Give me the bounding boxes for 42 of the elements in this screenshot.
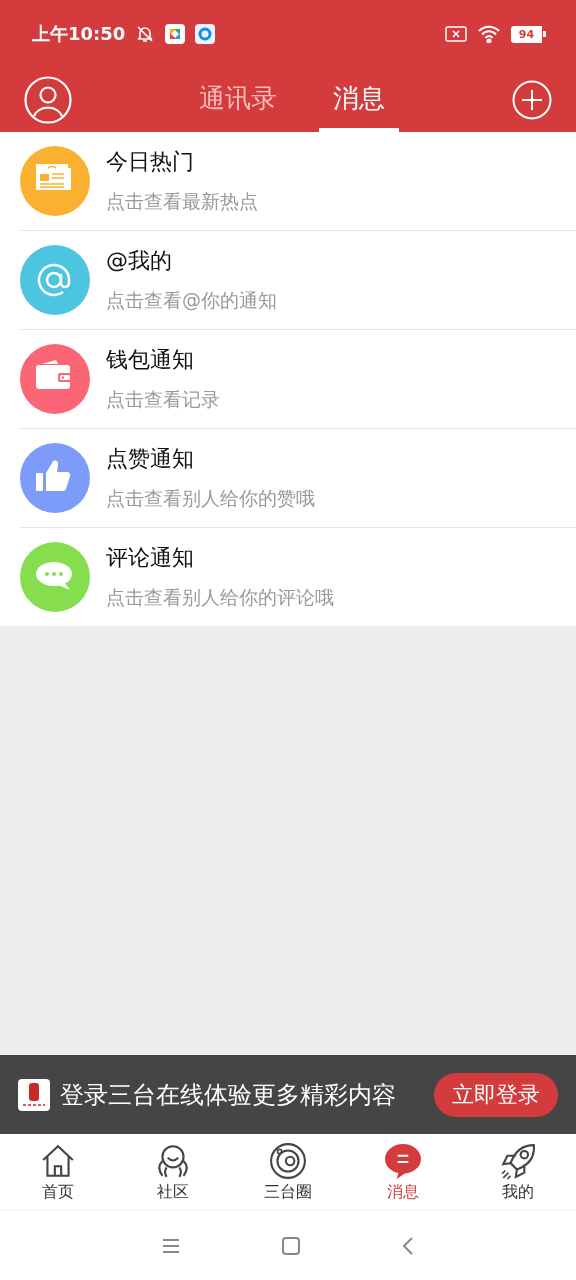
message-title: 评论通知 [106, 544, 195, 572]
message-row[interactable]: 钱包通知 点击查看记录 [20, 330, 576, 429]
nav-tab[interactable]: 首页 [0, 1134, 116, 1210]
back-icon[interactable] [402, 1236, 414, 1255]
sim-card-off-icon [445, 26, 467, 42]
message-row[interactable]: 评论通知 点击查看别人给你的评论哦 [20, 528, 576, 626]
message-subtitle: 点击查看记录 [106, 387, 220, 412]
menu-icon[interactable] [162, 1237, 180, 1254]
message-subtitle: 点击查看别人给你的评论哦 [106, 585, 334, 610]
login-button[interactable]: 立即登录 [434, 1072, 558, 1117]
wallet-icon [20, 344, 90, 414]
message-title: @我的 [106, 247, 173, 275]
message-row[interactable]: @我的 点击查看@你的通知 [20, 231, 576, 330]
message-subtitle: 点击查看@你的通知 [106, 288, 277, 313]
newspaper-icon [20, 146, 90, 216]
battery-indicator: 94 [511, 25, 546, 43]
add-icon[interactable] [512, 80, 552, 120]
message-title: 今日热门 [106, 148, 195, 176]
nav-tab[interactable]: 消息 [345, 1134, 461, 1210]
status-time: 上午10:50 [32, 22, 126, 46]
message-subtitle: 点击查看最新热点 [106, 189, 258, 214]
rocket-icon [499, 1141, 538, 1180]
login-prompt: 登录三台在线体验更多精彩内容 [60, 1079, 397, 1111]
app-icon [195, 24, 216, 44]
nav-tab[interactable]: 我的 [460, 1134, 576, 1210]
message-title: 钱包通知 [106, 346, 195, 374]
user-avatar-icon[interactable] [24, 76, 72, 124]
app-icon [165, 24, 186, 44]
thumbs-up-icon [20, 443, 90, 513]
chat-bubble-icon [20, 542, 90, 612]
message-row[interactable]: 点赞通知 点击查看别人给你的赞哦 [20, 429, 576, 528]
message-subtitle: 点击查看别人给你的赞哦 [106, 486, 315, 511]
wifi-icon [477, 25, 501, 43]
at-sign-icon [20, 245, 90, 315]
planet-icon [269, 1141, 307, 1180]
nav-tab[interactable]: 社区 [115, 1134, 231, 1210]
home-square-icon[interactable] [282, 1236, 300, 1255]
app-logo-icon [18, 1078, 50, 1111]
nav-tab[interactable]: 三台圈 [230, 1134, 346, 1210]
message-title: 点赞通知 [106, 445, 195, 473]
message-row[interactable]: 今日热门 点击查看最新热点 [20, 132, 576, 231]
message-icon [384, 1141, 423, 1180]
